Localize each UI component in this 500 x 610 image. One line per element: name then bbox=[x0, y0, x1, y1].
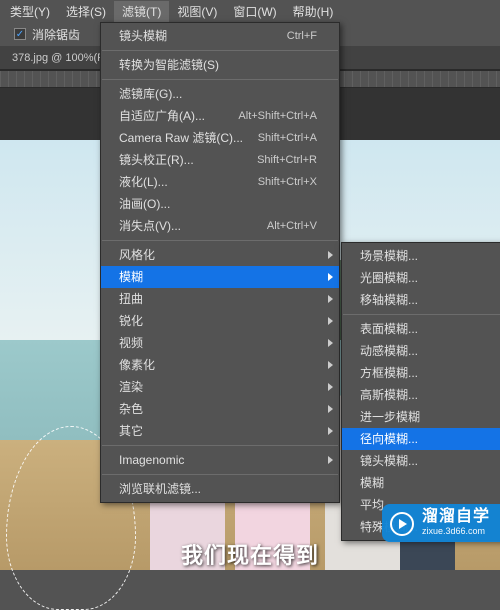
chevron-right-icon bbox=[328, 339, 333, 347]
menu-help[interactable]: 帮助(H) bbox=[285, 1, 342, 22]
chevron-right-icon bbox=[328, 273, 333, 281]
menu-item-adaptive-wide-angle[interactable]: 自适应广角(A)... Alt+Shift+Ctrl+A bbox=[101, 105, 339, 127]
menu-item-convert-smart[interactable]: 转换为智能滤镜(S) bbox=[101, 54, 339, 76]
submenu-item-surface-blur[interactable]: 表面模糊... bbox=[342, 318, 500, 340]
submenu-item-motion-blur[interactable]: 动感模糊... bbox=[342, 340, 500, 362]
submenu-item-blur-more[interactable]: 进一步模糊 bbox=[342, 406, 500, 428]
menu-item-pixelate[interactable]: 像素化 bbox=[101, 354, 339, 376]
menu-item-last-filter[interactable]: 镜头模糊 Ctrl+F bbox=[101, 25, 339, 47]
menu-filter[interactable]: 滤镜(T) bbox=[114, 1, 169, 22]
play-icon bbox=[390, 512, 414, 536]
submenu-item-box-blur[interactable]: 方框模糊... bbox=[342, 362, 500, 384]
watermark-title: 溜溜自学 bbox=[422, 510, 490, 524]
menu-separator bbox=[343, 314, 500, 315]
menu-view[interactable]: 视图(V) bbox=[169, 1, 225, 22]
menu-separator bbox=[102, 240, 338, 241]
chevron-right-icon bbox=[328, 251, 333, 259]
chevron-right-icon bbox=[328, 317, 333, 325]
filter-menu: 镜头模糊 Ctrl+F 转换为智能滤镜(S) 滤镜库(G)... 自适应广角(A… bbox=[100, 22, 340, 503]
menu-separator bbox=[102, 79, 338, 80]
submenu-item-blur[interactable]: 模糊 bbox=[342, 472, 500, 494]
menu-item-render[interactable]: 渲染 bbox=[101, 376, 339, 398]
antialias-checkbox[interactable]: ✓ bbox=[14, 28, 26, 40]
menubar: 类型(Y) 选择(S) 滤镜(T) 视图(V) 窗口(W) 帮助(H) bbox=[0, 0, 500, 22]
submenu-item-gaussian-blur[interactable]: 高斯模糊... bbox=[342, 384, 500, 406]
menu-item-other[interactable]: 其它 bbox=[101, 420, 339, 442]
submenu-item-iris-blur[interactable]: 光圈模糊... bbox=[342, 267, 500, 289]
menu-item-video[interactable]: 视频 bbox=[101, 332, 339, 354]
menu-separator bbox=[102, 474, 338, 475]
chevron-right-icon bbox=[328, 295, 333, 303]
submenu-item-field-blur[interactable]: 场景模糊... bbox=[342, 245, 500, 267]
watermark-url: zixue.3d66.com bbox=[422, 524, 490, 538]
submenu-item-tilt-shift[interactable]: 移轴模糊... bbox=[342, 289, 500, 311]
menu-separator bbox=[102, 445, 338, 446]
submenu-item-lens-blur[interactable]: 镜头模糊... bbox=[342, 450, 500, 472]
menu-item-filter-gallery[interactable]: 滤镜库(G)... bbox=[101, 83, 339, 105]
menu-item-vanishing-point[interactable]: 消失点(V)... Alt+Ctrl+V bbox=[101, 215, 339, 237]
submenu-item-radial-blur[interactable]: 径向模糊... bbox=[342, 428, 500, 450]
menu-item-noise[interactable]: 杂色 bbox=[101, 398, 339, 420]
menu-item-sharpen[interactable]: 锐化 bbox=[101, 310, 339, 332]
menu-separator bbox=[102, 50, 338, 51]
menu-select[interactable]: 选择(S) bbox=[58, 1, 114, 22]
chevron-right-icon bbox=[328, 427, 333, 435]
menu-item-lens-correction[interactable]: 镜头校正(R)... Shift+Ctrl+R bbox=[101, 149, 339, 171]
menu-item-blur[interactable]: 模糊 bbox=[101, 266, 339, 288]
menu-item-liquify[interactable]: 液化(L)... Shift+Ctrl+X bbox=[101, 171, 339, 193]
watermark-badge: 溜溜自学 zixue.3d66.com bbox=[382, 504, 500, 542]
menu-item-distort[interactable]: 扭曲 bbox=[101, 288, 339, 310]
chevron-right-icon bbox=[328, 361, 333, 369]
chevron-right-icon bbox=[328, 383, 333, 391]
menu-item-oil-paint[interactable]: 油画(O)... bbox=[101, 193, 339, 215]
chevron-right-icon bbox=[328, 405, 333, 413]
menu-item-stylize[interactable]: 风格化 bbox=[101, 244, 339, 266]
menu-item-camera-raw[interactable]: Camera Raw 滤镜(C)... Shift+Ctrl+A bbox=[101, 127, 339, 149]
antialias-label: 消除锯齿 bbox=[32, 26, 80, 43]
menu-item-imagenomic[interactable]: Imagenomic bbox=[101, 449, 339, 471]
menu-item-browse-online[interactable]: 浏览联机滤镜... bbox=[101, 478, 339, 500]
blur-submenu: 场景模糊... 光圈模糊... 移轴模糊... 表面模糊... 动感模糊... … bbox=[341, 242, 500, 541]
chevron-right-icon bbox=[328, 456, 333, 464]
menu-window[interactable]: 窗口(W) bbox=[225, 1, 284, 22]
menu-type[interactable]: 类型(Y) bbox=[2, 1, 58, 22]
